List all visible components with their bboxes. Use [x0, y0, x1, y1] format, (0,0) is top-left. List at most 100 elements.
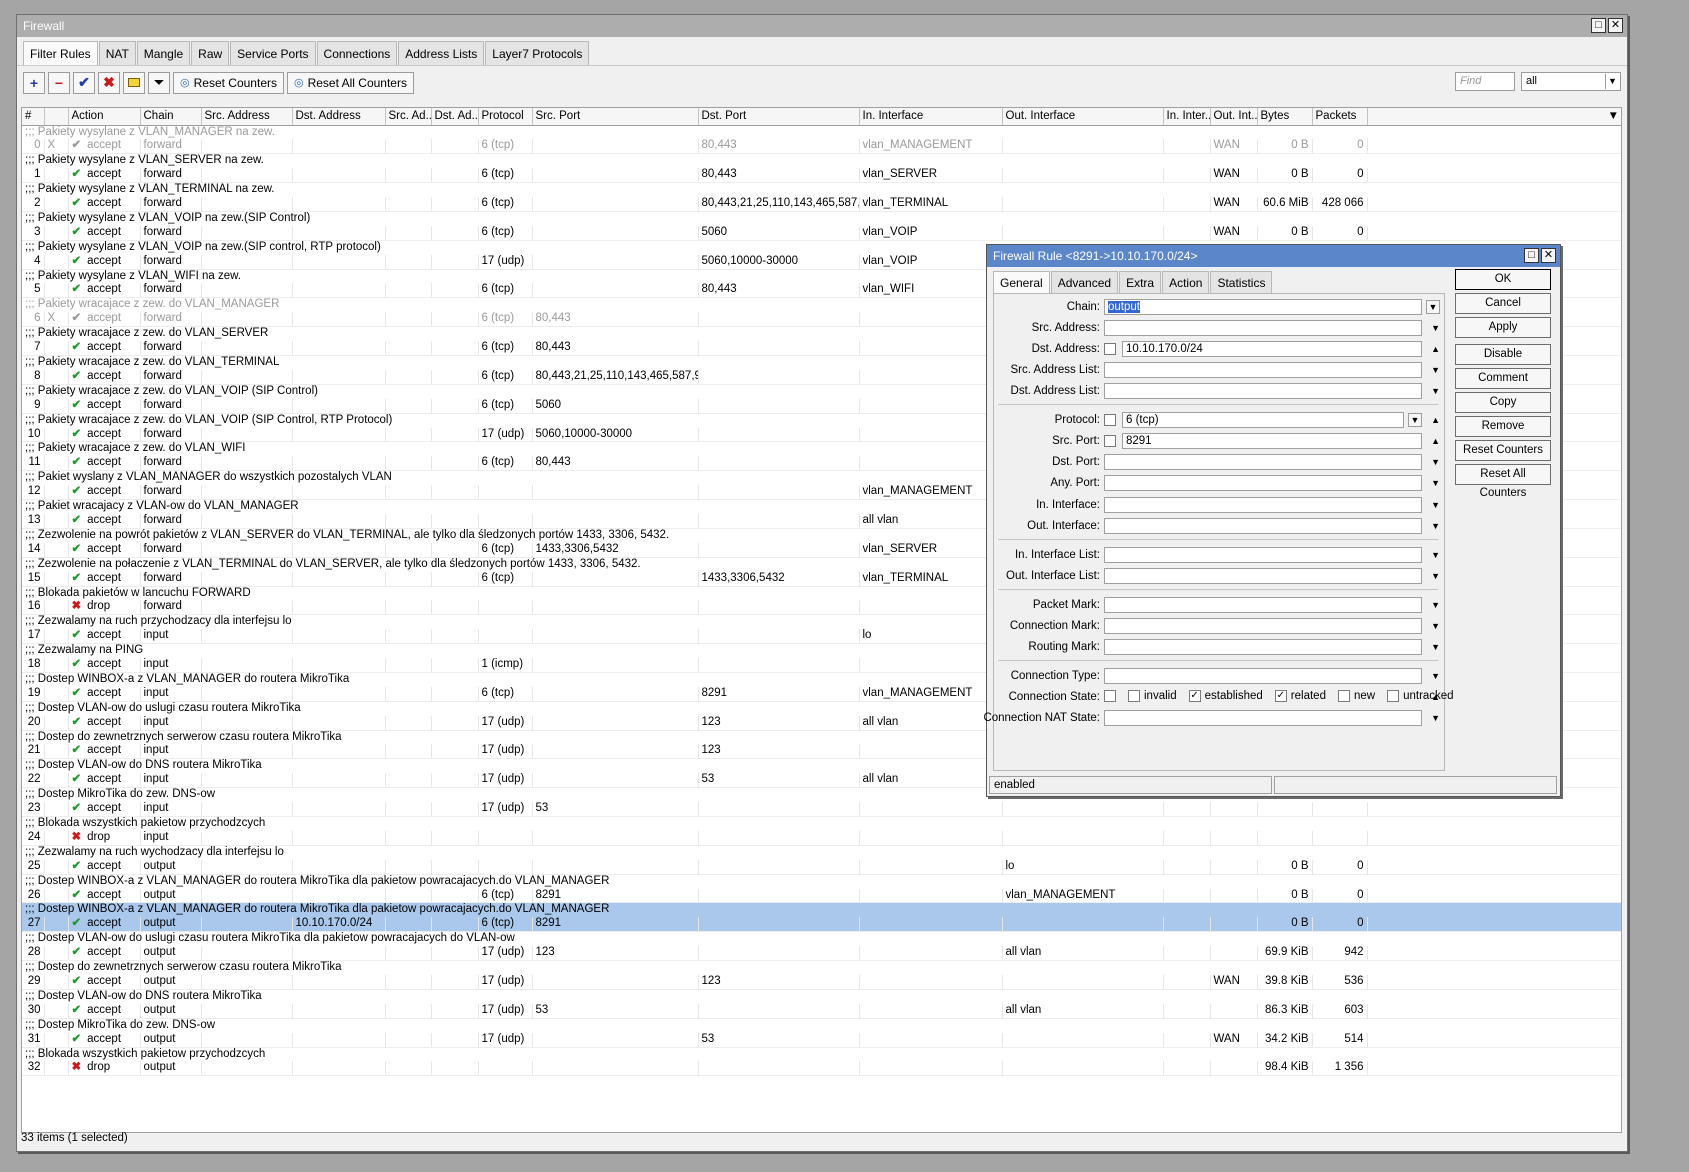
dst-address-negate-checkbox[interactable]	[1104, 343, 1116, 355]
rule-comment-row[interactable]: ;;; Blokada wszystkich pakietow przychod…	[22, 1047, 1621, 1062]
table-row[interactable]: 1 ✔ accept forward 6 (tcp) 80,443 vlan_SERVER W…	[22, 168, 1621, 184]
state-related-checkbox[interactable]: ✓	[1274, 690, 1287, 702]
ok-button[interactable]: OK	[1455, 269, 1551, 290]
tab-advanced[interactable]: Advanced	[1050, 271, 1119, 294]
table-row[interactable]: 30 ✔ accept output 17 (udp) 53 all vlan 86.3 Ki…	[22, 1003, 1621, 1019]
connection-nat-state-field[interactable]	[1104, 710, 1422, 726]
dialog-reset-counters-button[interactable]: Reset Counters	[1455, 440, 1551, 461]
tab-general[interactable]: General	[993, 271, 1050, 294]
collapse-up-icon[interactable]: ▲	[1431, 343, 1440, 355]
column-header[interactable]: Out. Interface	[1002, 108, 1164, 126]
rule-comment-row[interactable]: ;;; Dostep do zewnetrznych serwerow czas…	[22, 960, 1621, 975]
out-interface-field[interactable]	[1104, 518, 1422, 534]
column-header[interactable]: Src. Port	[532, 108, 699, 126]
in-interface-list-field[interactable]	[1104, 547, 1422, 563]
expand-down-icon[interactable]: ▼	[1431, 620, 1440, 632]
rule-comment-row[interactable]: ;;; Pakiety wysylane z VLAN_SERVER na ze…	[22, 153, 1621, 169]
src-port-negate-checkbox[interactable]	[1104, 435, 1116, 447]
expand-down-icon[interactable]: ▼	[1431, 499, 1440, 511]
expand-down-icon[interactable]: ▼	[1431, 456, 1440, 468]
table-row[interactable]: 26 ✔ accept output 6 (tcp) 8291 vlan_MANAGEMEN…	[22, 888, 1621, 904]
expand-down-icon[interactable]: ▼	[1431, 712, 1440, 724]
column-header[interactable]: Action	[68, 108, 141, 126]
out-interface-list-field[interactable]	[1104, 568, 1422, 584]
in-interface-field[interactable]	[1104, 497, 1422, 513]
table-row[interactable]: 32 ✖ drop output 98.4 KiB 1 356	[22, 1061, 1621, 1077]
connection-type-field[interactable]	[1104, 668, 1422, 684]
rule-comment-row[interactable]: ;;; Zezwalamy na ruch wychodzacy dla int…	[22, 845, 1621, 860]
reset-counters-button[interactable]: ◎ Reset Counters	[173, 71, 284, 94]
state-new-checkbox[interactable]	[1337, 690, 1350, 702]
close-button[interactable]: ✕	[1608, 18, 1623, 33]
tab-extra[interactable]: Extra	[1119, 271, 1162, 294]
expand-down-icon[interactable]: ▼	[1431, 599, 1440, 611]
tab-layer7-protocols[interactable]: Layer7 Protocols	[485, 41, 590, 65]
column-chooser[interactable]: ▼	[1367, 108, 1621, 126]
dialog-reset-all-counters-button[interactable]: Reset All Counters	[1455, 464, 1551, 499]
table-row[interactable]: 23 ✔ accept input 17 (udp) 53	[22, 802, 1621, 818]
rule-comment-row[interactable]: ;;; Dostep WINBOX-a z VLAN_MANAGER do ro…	[22, 902, 1621, 918]
expand-down-icon[interactable]: ▼	[1431, 549, 1440, 561]
tab-connections[interactable]: Connections	[316, 41, 398, 65]
column-header[interactable]: Protocol	[478, 108, 533, 126]
rule-comment-row[interactable]: ;;; Dostep MikroTika do zew. DNS-ow	[22, 1018, 1621, 1033]
collapse-up-icon[interactable]: ▲	[1431, 414, 1440, 426]
column-header[interactable]: #	[22, 108, 45, 126]
protocol-field[interactable]: 6 (tcp)	[1122, 412, 1404, 428]
table-row[interactable]: 3 ✔ accept forward 6 (tcp) 5060 vlan_VOIP WAN 0 …	[22, 225, 1621, 241]
disable-button[interactable]: ✖	[98, 71, 120, 94]
tab-raw[interactable]: Raw	[191, 41, 230, 65]
table-row[interactable]: 29 ✔ accept output 17 (udp) 123 WAN 39.8 KiB 536	[22, 974, 1621, 990]
rule-comment-row[interactable]: ;;; Dostep VLAN-ow do DNS routera MikroT…	[22, 989, 1621, 1004]
tab-service-ports[interactable]: Service Ports	[230, 41, 316, 65]
dst-address-field[interactable]: 10.10.170.0/24	[1122, 341, 1422, 357]
enable-button[interactable]: ✔	[73, 71, 95, 94]
expand-down-icon[interactable]: ▼	[1431, 477, 1440, 489]
column-header[interactable]: In. Inter...	[1163, 108, 1211, 126]
rule-comment-row[interactable]: ;;; Pakiety wysylane z VLAN_MANAGER na z…	[22, 125, 1621, 140]
filter-button[interactable]: ⏷	[148, 71, 170, 94]
protocol-negate-checkbox[interactable]	[1104, 414, 1116, 426]
tab-statistics[interactable]: Statistics	[1210, 271, 1273, 294]
tab-address-lists[interactable]: Address Lists	[398, 41, 485, 65]
expand-down-icon[interactable]: ▼	[1431, 570, 1440, 582]
column-header[interactable]: In. Interface	[859, 108, 1003, 126]
tab-nat[interactable]: NAT	[98, 41, 136, 65]
dst-port-field[interactable]	[1104, 454, 1422, 470]
expand-down-icon[interactable]: ▼	[1431, 520, 1440, 532]
column-header[interactable]: Dst. Ad...	[431, 108, 479, 126]
rule-comment-row[interactable]: ;;; Dostep WINBOX-a z VLAN_MANAGER do ro…	[22, 874, 1621, 889]
src-address-list-field[interactable]	[1104, 362, 1422, 378]
dialog-titlebar[interactable]: Firewall Rule <8291->10.10.170.0/24> □ ✕	[987, 245, 1560, 267]
column-header[interactable]: Bytes	[1257, 108, 1313, 126]
connection-state-negate-checkbox[interactable]	[1104, 690, 1116, 702]
dst-address-list-field[interactable]	[1104, 383, 1422, 399]
comment-rule-button[interactable]: Comment	[1455, 368, 1551, 389]
rule-comment-row[interactable]: ;;; Dostep VLAN-ow do uslugi czasu route…	[22, 931, 1621, 947]
src-address-field[interactable]	[1104, 320, 1422, 336]
column-header[interactable]: Src. Address	[201, 108, 293, 126]
table-row[interactable]: 24 ✖ drop input	[22, 830, 1621, 846]
remove-button[interactable]: −	[48, 71, 70, 94]
expand-down-icon[interactable]: ▼	[1431, 670, 1440, 682]
state-invalid-checkbox[interactable]	[1128, 690, 1140, 702]
any-port-field[interactable]	[1104, 475, 1422, 491]
chain-dropdown-icon[interactable]: ▼	[1426, 300, 1440, 314]
tab-filter-rules[interactable]: Filter Rules	[23, 41, 98, 65]
routing-mark-field[interactable]	[1104, 639, 1422, 655]
rule-comment-row[interactable]: ;;; Pakiety wysylane z VLAN_VOIP na zew.…	[22, 211, 1621, 226]
copy-button[interactable]: Copy	[1455, 392, 1551, 413]
chain-field[interactable]: output	[1104, 299, 1422, 315]
state-established-checkbox[interactable]: ✓	[1188, 690, 1201, 702]
apply-button[interactable]: Apply	[1455, 317, 1551, 338]
table-row[interactable]: 31 ✔ accept output 17 (udp) 53 WAN 34.2 KiB 514	[22, 1032, 1621, 1048]
remove-rule-button[interactable]: Remove	[1455, 416, 1551, 437]
column-header[interactable]: Dst. Port	[698, 108, 860, 126]
reset-all-counters-button[interactable]: ◎ Reset All Counters	[286, 71, 414, 94]
column-header[interactable]: Out. Int...	[1210, 108, 1258, 126]
state-untracked-checkbox[interactable]	[1387, 690, 1400, 702]
table-row[interactable]: 27 ✔ accept output 10.10.170.0/24 6 (tcp) 8291…	[22, 917, 1621, 933]
column-header[interactable]: Chain	[140, 108, 202, 126]
column-header[interactable]: Src. Ad...	[385, 108, 432, 126]
collapse-up-icon[interactable]: ▲	[1431, 435, 1440, 447]
